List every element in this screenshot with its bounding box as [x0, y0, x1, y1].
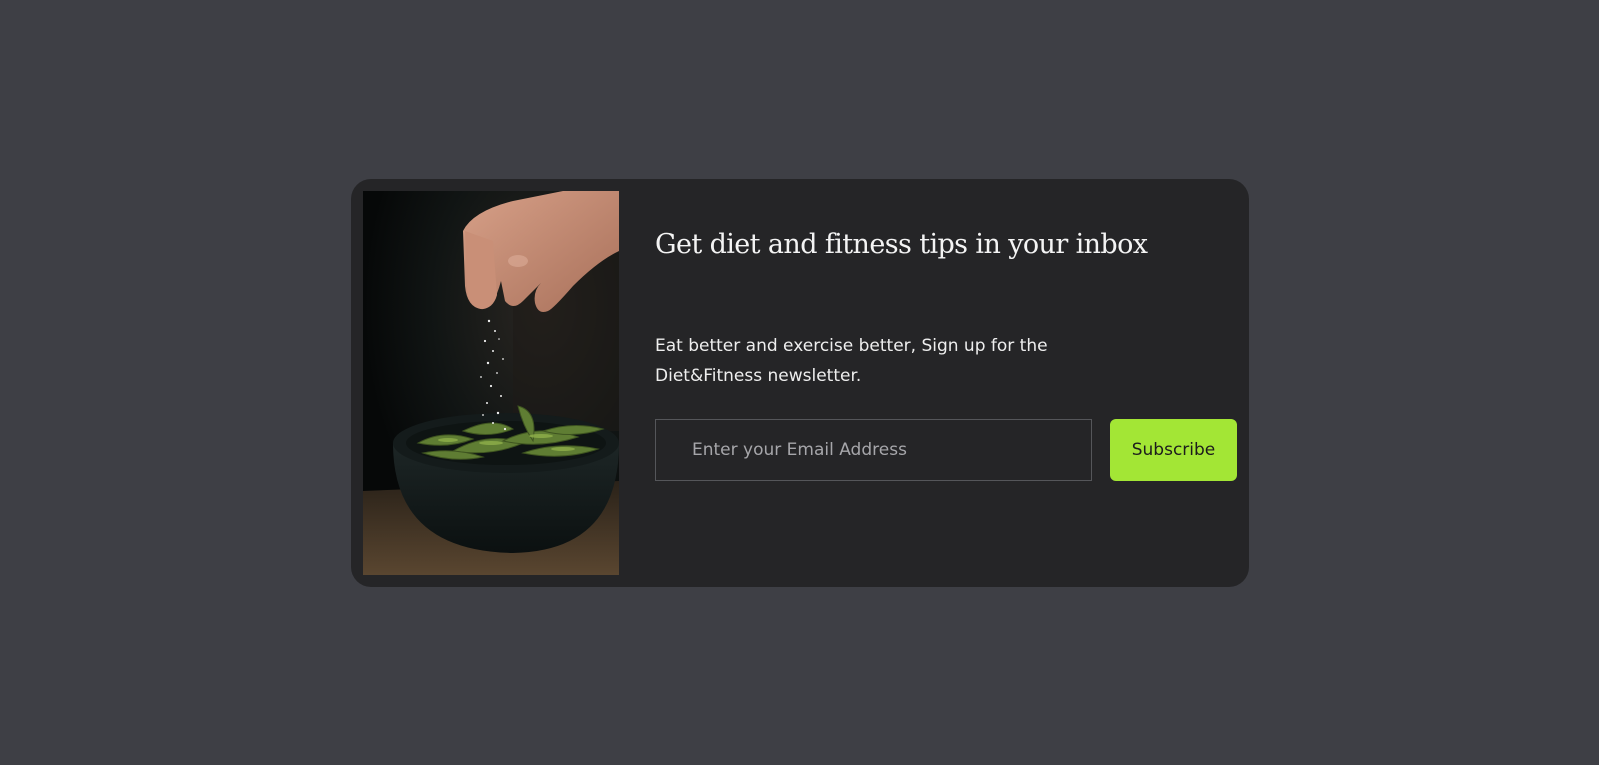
newsletter-title: Get diet and fitness tips in your inbox: [655, 229, 1148, 260]
newsletter-card: Get diet and fitness tips in your inbox …: [351, 179, 1249, 587]
newsletter-content: Get diet and fitness tips in your inbox …: [655, 179, 1249, 587]
email-input[interactable]: [655, 419, 1092, 481]
subscribe-button[interactable]: Subscribe: [1110, 419, 1237, 481]
food-photo: [363, 191, 619, 575]
newsletter-description: Eat better and exercise better, Sign up …: [655, 336, 1048, 386]
